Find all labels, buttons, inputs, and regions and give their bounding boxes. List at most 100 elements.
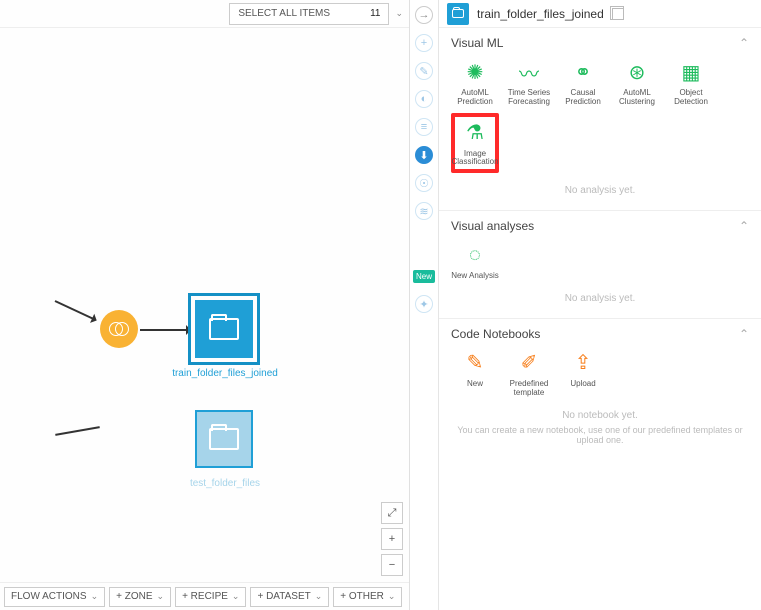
visual-ml-empty: No analysis yet. xyxy=(451,185,749,196)
causal-prediction-icon: ⚭ xyxy=(569,58,597,86)
tile-new-analysis[interactable]: ◌ New Analysis xyxy=(451,241,499,281)
time-series-icon: 〰 xyxy=(515,58,543,86)
strip-icon-8[interactable]: ✦ xyxy=(415,295,433,313)
flow-edge xyxy=(55,426,100,436)
tile-label: New Analysis xyxy=(451,272,499,281)
flow-edge xyxy=(55,300,97,321)
chevron-up-icon: ⌃ xyxy=(739,327,749,341)
tile-label: Object Detection xyxy=(667,89,715,107)
notebook-new-icon: ✎ xyxy=(461,349,489,377)
select-all-items-dropdown[interactable]: SELECT ALL ITEMS 11 xyxy=(229,3,389,25)
section-code-notebooks: Code Notebooks ⌃ ✎ New ✐ Predefined temp… xyxy=(439,319,761,459)
section-visual-analyses: Visual analyses ⌃ ◌ New Analysis No anal… xyxy=(439,211,761,319)
right-panel: train_folder_files_joined Visual ML ⌃ ✺ … xyxy=(438,0,761,610)
zoom-in-button[interactable]: + xyxy=(381,528,403,550)
tile-time-series[interactable]: 〰 Time Series Forecasting xyxy=(505,58,553,107)
tile-label: New xyxy=(467,380,483,389)
tile-notebook-upload[interactable]: ⇪ Upload xyxy=(559,349,607,398)
section-visual-analyses-header[interactable]: Visual analyses ⌃ xyxy=(451,219,749,233)
select-all-count: 11 xyxy=(370,8,380,19)
tile-label: AutoML Prediction xyxy=(451,89,499,107)
tile-label: Time Series Forecasting xyxy=(505,89,553,107)
dataset-node-train[interactable] xyxy=(195,300,253,358)
strip-icon-1[interactable]: + xyxy=(415,34,433,52)
flow-actions-label: FLOW ACTIONS xyxy=(11,591,87,602)
strip-icon-6[interactable]: ☉ xyxy=(415,174,433,192)
canvas-bottombar: FLOW ACTIONS ⌄ + ZONE ⌄ + RECIPE ⌄ + DATASE… xyxy=(0,582,409,610)
tile-automl-prediction[interactable]: ✺ AutoML Prediction xyxy=(451,58,499,107)
notebooks-empty: No notebook yet. xyxy=(451,410,749,421)
chevron-down-icon[interactable]: ⌄ xyxy=(395,8,403,19)
flow-edge xyxy=(140,329,190,331)
add-recipe-label: + RECIPE xyxy=(182,591,228,602)
panel-title: train_folder_files_joined xyxy=(477,7,604,21)
section-code-notebooks-title: Code Notebooks xyxy=(451,327,540,341)
automl-clustering-icon: ⊛ xyxy=(623,58,651,86)
chevron-down-icon: ⌄ xyxy=(91,591,99,602)
add-zone-dropdown[interactable]: + ZONE ⌄ xyxy=(109,587,171,607)
tile-object-detection[interactable]: ▦ Object Detection xyxy=(667,58,715,107)
section-visual-analyses-title: Visual analyses xyxy=(451,219,534,233)
copy-icon[interactable] xyxy=(612,8,624,20)
chevron-down-icon: ⌄ xyxy=(232,591,240,602)
folder-icon xyxy=(209,428,239,450)
chevron-down-icon: ⌄ xyxy=(315,591,323,602)
section-visual-ml: Visual ML ⌃ ✺ AutoML Prediction 〰 Time S… xyxy=(439,28,761,211)
add-recipe-dropdown[interactable]: + RECIPE ⌄ xyxy=(175,587,246,607)
tile-label: Image Classification xyxy=(451,150,498,168)
add-zone-label: + ZONE xyxy=(116,591,152,602)
automl-prediction-icon: ✺ xyxy=(461,58,489,86)
dataset-node-test-label: test_folder_files xyxy=(165,478,285,489)
new-badge[interactable]: New xyxy=(413,270,435,283)
flow-graph[interactable]: train_folder_files_joined test_folder_fi… xyxy=(0,30,409,580)
notebook-predefined-icon: ✐ xyxy=(515,349,543,377)
strip-icon-3[interactable]: ◐ xyxy=(415,90,433,108)
join-icon xyxy=(109,322,129,336)
section-visual-ml-header[interactable]: Visual ML ⌃ xyxy=(451,36,749,50)
tile-causal-prediction[interactable]: ⚭ Causal Prediction xyxy=(559,58,607,107)
tile-image-classification[interactable]: ⚗ Image Classification xyxy=(451,113,499,174)
tile-label: Predefined template xyxy=(505,380,553,398)
visual-ml-tiles: ✺ AutoML Prediction 〰 Time Series Foreca… xyxy=(451,58,749,173)
strip-icon-7[interactable]: ≋ xyxy=(415,202,433,220)
dataset-node-test[interactable] xyxy=(195,410,253,468)
notebooks-empty-sub: You can create a new notebook, use one o… xyxy=(451,425,749,445)
section-code-notebooks-header[interactable]: Code Notebooks ⌃ xyxy=(451,327,749,341)
tile-notebook-predefined[interactable]: ✐ Predefined template xyxy=(505,349,553,398)
notebook-upload-icon: ⇪ xyxy=(569,349,597,377)
flow-actions-dropdown[interactable]: FLOW ACTIONS ⌄ xyxy=(4,587,105,607)
strip-icon-4[interactable]: ≡ xyxy=(415,118,433,136)
fullscreen-button[interactable]: ⤢ xyxy=(381,502,403,524)
zoom-out-button[interactable]: − xyxy=(381,554,403,576)
visual-analyses-empty: No analysis yet. xyxy=(451,293,749,304)
new-analysis-icon: ◌ xyxy=(461,241,489,269)
strip-icon-2[interactable]: ✎ xyxy=(415,62,433,80)
tile-notebook-new[interactable]: ✎ New xyxy=(451,349,499,398)
select-all-label: SELECT ALL ITEMS xyxy=(238,8,330,19)
panel-header: train_folder_files_joined xyxy=(439,0,761,28)
add-dataset-dropdown[interactable]: + DATASET ⌄ xyxy=(250,587,329,607)
folder-icon xyxy=(209,318,239,340)
folder-icon xyxy=(452,9,464,18)
canvas-zoom-controls: ⤢ + − xyxy=(381,502,403,576)
section-visual-ml-title: Visual ML xyxy=(451,36,503,50)
visual-analyses-tiles: ◌ New Analysis xyxy=(451,241,749,281)
add-dataset-label: + DATASET xyxy=(257,591,310,602)
collapse-panel-button[interactable]: → xyxy=(415,6,433,24)
code-notebooks-tiles: ✎ New ✐ Predefined template ⇪ Upload xyxy=(451,349,749,398)
chevron-down-icon: ⌄ xyxy=(388,591,396,602)
join-recipe-node[interactable] xyxy=(100,310,138,348)
flow-canvas[interactable]: SELECT ALL ITEMS 11 ⌄ train_folder_files… xyxy=(0,0,410,610)
object-detection-icon: ▦ xyxy=(677,58,705,86)
canvas-topbar: SELECT ALL ITEMS 11 ⌄ xyxy=(0,0,409,28)
add-other-label: + OTHER xyxy=(340,591,384,602)
tile-label: Causal Prediction xyxy=(559,89,607,107)
chevron-down-icon: ⌄ xyxy=(157,591,165,602)
tile-automl-clustering[interactable]: ⊛ AutoML Clustering xyxy=(613,58,661,107)
add-other-dropdown[interactable]: + OTHER ⌄ xyxy=(333,587,402,607)
chevron-up-icon: ⌃ xyxy=(739,36,749,50)
image-classification-icon: ⚗ xyxy=(461,119,489,147)
tile-label: AutoML Clustering xyxy=(613,89,661,107)
panel-folder-chip xyxy=(447,3,469,25)
strip-icon-lab-active[interactable]: ⬇ xyxy=(415,146,433,164)
